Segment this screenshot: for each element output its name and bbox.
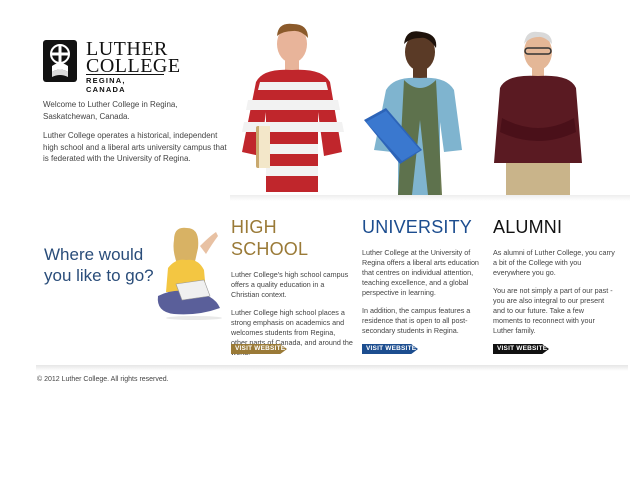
luther-college-logo[interactable]: LUTHER COLLEGE REGINA, CANADA [43, 39, 180, 94]
copyright-text: © 2012 Luther College. All rights reserv… [37, 376, 169, 383]
intro-text: Welcome to Luther College in Regina, Sas… [43, 99, 228, 173]
university-paragraph-2: In addition, the campus features a resid… [362, 306, 471, 335]
university-title[interactable]: UNIVERSITY [362, 216, 484, 238]
alumni-visit-website-button[interactable]: VISIT WEBSITE [493, 344, 549, 354]
alumni-paragraph-2: You are not simply a part of our past - … [493, 286, 613, 335]
alumni-paragraph-1: As alumni of Luther College, you carry a… [493, 248, 615, 277]
footer-divider [36, 365, 628, 371]
logo-text-college: COLLEGE [86, 55, 181, 77]
high-school-paragraph-1: Luther College's high school campus offe… [231, 270, 349, 299]
high-school-visit-website-button[interactable]: VISIT WEBSITE [231, 344, 287, 354]
alumni-man-photo [494, 31, 582, 195]
where-heading-line2: you like to go? [44, 266, 154, 285]
logo-text-location: REGINA, CANADA [86, 74, 164, 94]
high-school-student-photo [242, 23, 344, 192]
alumni-title[interactable]: ALUMNI [493, 216, 615, 238]
hero-shadow-divider [230, 195, 630, 201]
high-school-column: HIGH SCHOOL Luther College's high school… [231, 216, 353, 366]
university-student-photo [364, 31, 462, 195]
alumni-column: ALUMNI As alumni of Luther College, you … [493, 216, 615, 344]
university-paragraph-1: Luther College at the University of Regi… [362, 248, 479, 297]
intro-welcome: Welcome to Luther College in Regina, Sas… [43, 100, 178, 121]
luther-seal-icon [43, 40, 77, 82]
intro-description: Luther College operates a historical, in… [43, 131, 227, 163]
girl-reading-photo [157, 227, 222, 320]
where-would-you-like-to-go-heading: Where would you like to go? [44, 244, 154, 286]
high-school-title[interactable]: HIGH SCHOOL [231, 216, 353, 260]
where-heading-line1: Where would [44, 245, 144, 264]
university-visit-website-button[interactable]: VISIT WEBSITE [362, 344, 418, 354]
university-column: UNIVERSITY Luther College at the Univers… [362, 216, 484, 344]
